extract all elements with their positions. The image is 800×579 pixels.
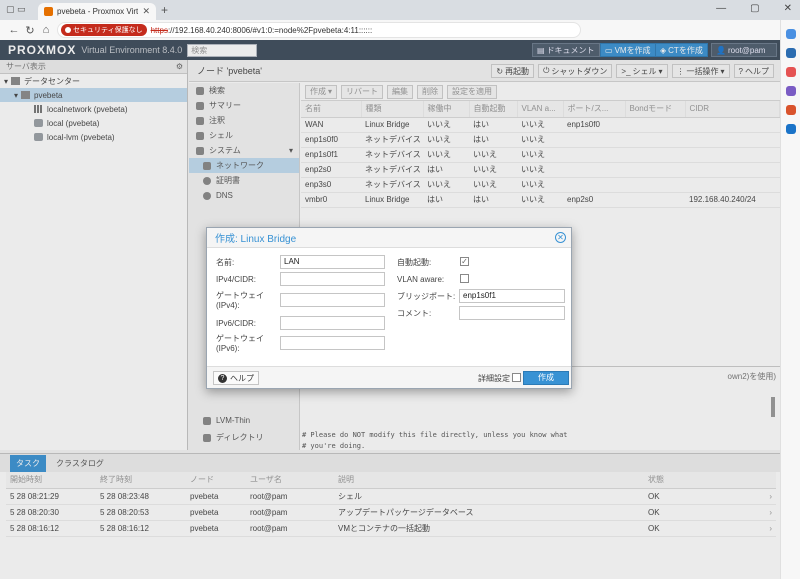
close-icon[interactable]: ✕ <box>555 232 566 243</box>
home-icon[interactable]: ⌂ <box>38 24 54 36</box>
address-bar-row: ← ↻ ⌂ セキュリティ保護なし https://192.168.40.240:… <box>0 20 800 54</box>
dialog-create-button[interactable]: 作成 <box>523 371 569 385</box>
bridge-ports-label: ブリッジポート: <box>397 292 456 301</box>
copilot-icon[interactable] <box>785 29 796 39</box>
shopping-icon[interactable] <box>785 67 796 77</box>
close-tab-icon[interactable]: ✕ <box>142 6 150 17</box>
help-label: ヘルプ <box>230 373 254 383</box>
tab-actions-icon[interactable]: ▢ ▭ <box>6 4 28 16</box>
vlan-aware-checkbox[interactable] <box>460 274 469 283</box>
bing-icon[interactable] <box>785 124 796 134</box>
games-icon[interactable] <box>785 86 796 96</box>
gateway-ipv6-label: ゲートウェイ (IPv6): <box>216 334 264 353</box>
gateway-ipv4-label: ゲートウェイ (IPv4): <box>216 291 264 310</box>
proxmox-favicon-icon <box>44 7 53 16</box>
ipv4-label: IPv4/CIDR: <box>216 275 257 284</box>
browser-tabbar: ▢ ▭ pvebeta - Proxmox Virtual Environm ✕… <box>0 0 800 20</box>
dialog-footer: ? ヘルプ 詳細設定 作成 <box>207 366 571 388</box>
tab-title: pvebeta - Proxmox Virtual Environm <box>57 7 139 16</box>
comment-input[interactable] <box>459 306 565 320</box>
name-input[interactable]: LAN <box>280 255 385 269</box>
ipv6-label: IPv6/CIDR: <box>216 319 257 328</box>
gateway-ipv4-input[interactable] <box>280 293 385 307</box>
window-controls: — ▢ ✕ <box>716 3 792 14</box>
gateway-ipv6-input[interactable] <box>280 336 385 350</box>
bridge-ports-input[interactable]: enp1s0f1 <box>459 289 565 303</box>
edge-sidebar <box>780 20 800 579</box>
advanced-label: 詳細設定 <box>478 374 510 383</box>
reload-icon[interactable]: ↻ <box>22 24 38 37</box>
autostart-label: 自動起動: <box>397 258 432 267</box>
url-scheme: https <box>150 25 168 35</box>
new-tab-icon[interactable]: + <box>161 3 168 17</box>
url-text: https://192.168.40.240:8006/#v1:0:=node%… <box>151 26 373 35</box>
url-rest: ://192.168.40.240:8006/#v1:0:=node%2Fpve… <box>167 25 373 35</box>
vlan-aware-label: VLAN aware: <box>397 275 445 284</box>
help-icon: ? <box>218 373 227 383</box>
ipv4-input[interactable] <box>280 272 385 286</box>
dialog-title: 作成: Linux Bridge <box>207 228 571 248</box>
back-icon[interactable]: ← <box>6 24 22 36</box>
security-badge[interactable]: セキュリティ保護なし <box>61 24 147 36</box>
maximize-icon[interactable]: ▢ <box>750 3 759 14</box>
search-icon[interactable] <box>785 48 796 58</box>
url-field[interactable]: セキュリティ保護なし https://192.168.40.240:8006/#… <box>57 22 581 38</box>
minimize-icon[interactable]: — <box>716 3 726 14</box>
name-label: 名前: <box>216 258 235 267</box>
security-badge-label: セキュリティ保護なし <box>73 27 143 34</box>
close-window-icon[interactable]: ✕ <box>784 3 792 14</box>
autostart-checkbox[interactable]: ✓ <box>460 257 469 266</box>
warning-icon <box>65 27 71 33</box>
advanced-checkbox[interactable] <box>512 373 521 382</box>
office-icon[interactable] <box>785 105 796 115</box>
ipv6-input[interactable] <box>280 316 385 330</box>
create-linux-bridge-dialog: 作成: Linux Bridge ✕ 名前: LAN IPv4/CIDR: ゲー… <box>206 227 572 389</box>
dialog-help-button[interactable]: ? ヘルプ <box>213 371 259 385</box>
browser-tab[interactable]: pvebeta - Proxmox Virtual Environm ✕ <box>38 3 156 20</box>
comment-label: コメント: <box>397 309 432 318</box>
